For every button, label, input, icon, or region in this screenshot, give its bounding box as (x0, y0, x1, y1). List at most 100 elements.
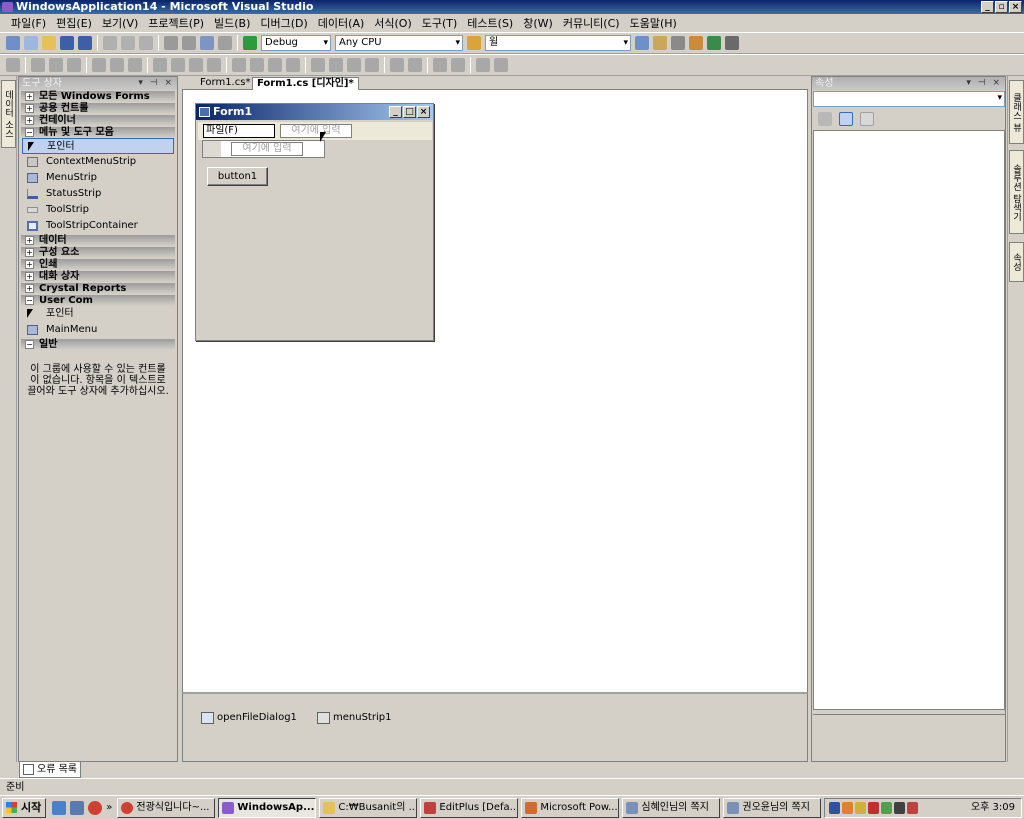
restore-button[interactable]: ▫ (995, 1, 1008, 13)
h-spacing-equal-icon[interactable] (232, 58, 246, 72)
align-to-grid-icon[interactable] (6, 58, 20, 72)
tray-app-icon[interactable] (842, 802, 853, 814)
align-rights-icon[interactable] (67, 58, 81, 72)
make-same-width-icon[interactable] (153, 58, 167, 72)
h-spacing-remove-icon[interactable] (286, 58, 300, 72)
task-message-2[interactable]: 권오윤님의 쪽지 (723, 797, 822, 818)
v-spacing-remove-icon[interactable] (365, 58, 379, 72)
navigate-icon[interactable] (200, 36, 214, 50)
property-pages-icon[interactable] (860, 112, 874, 126)
task-visual-studio[interactable]: WindowsAp... (218, 797, 317, 818)
task-browser[interactable]: 전광식입니다~... (117, 797, 216, 818)
menu-data[interactable]: 데이터(A) (313, 15, 369, 31)
alphabetical-icon[interactable] (839, 112, 853, 126)
form1-menu-type-here[interactable]: 여기에 입력 (280, 124, 352, 138)
toolbox-category-common[interactable]: + 공용 컨트롤 (21, 103, 175, 114)
align-tops-icon[interactable] (92, 58, 106, 72)
undo-icon[interactable] (164, 36, 178, 50)
form1-maximize-button[interactable]: □ (403, 106, 416, 118)
lock-controls-icon[interactable] (476, 58, 490, 72)
tab-order-icon[interactable] (494, 58, 508, 72)
tray-openfiledialog1[interactable]: openFileDialog1 (201, 712, 297, 724)
menu-debug[interactable]: 디버그(D) (255, 15, 312, 31)
align-middles-icon[interactable] (110, 58, 124, 72)
tray-app-icon[interactable] (907, 802, 918, 814)
properties-grid[interactable] (813, 130, 1005, 710)
class-view-tab[interactable]: 클래스 뷰 (1009, 80, 1024, 144)
properties-window-icon[interactable] (671, 36, 685, 50)
find-in-files-icon[interactable] (467, 36, 481, 50)
tray-app-icon[interactable] (881, 802, 892, 814)
toolbox-category-menus[interactable]: − 메뉴 및 도구 모음 (21, 127, 175, 138)
toolbox-category-general[interactable]: − 일반 (21, 339, 175, 350)
solution-explorer-tab[interactable]: 솔루션 탐색기 (1009, 150, 1024, 234)
properties-object-select[interactable] (813, 91, 1005, 107)
task-message-1[interactable]: 심혜인님의 쪽지 (622, 797, 721, 818)
form1-button1[interactable]: button1 (207, 167, 268, 186)
menu-community[interactable]: 커뮤니티(C) (558, 15, 625, 31)
copy-icon[interactable] (121, 36, 135, 50)
toolbox-window-controls[interactable]: ▾ ⊣ × (138, 77, 174, 90)
solution-platform-select[interactable]: Any CPU (335, 35, 463, 51)
solution-explorer-icon[interactable] (653, 36, 667, 50)
redo-icon[interactable] (182, 36, 196, 50)
toolbox-category-all[interactable]: + 모든 Windows Forms (21, 91, 175, 102)
v-spacing-equal-icon[interactable] (311, 58, 325, 72)
nav-forward-icon[interactable] (218, 36, 232, 50)
menu-tools[interactable]: 도구(T) (417, 15, 463, 31)
toolbox-item-pointer[interactable]: 포인터 (22, 138, 174, 154)
dropdown-type-here[interactable]: 여기에 입력 (231, 142, 303, 156)
find-icon[interactable] (635, 36, 649, 50)
menu-project[interactable]: 프로젝트(P) (143, 15, 209, 31)
solution-config-select[interactable]: Debug (261, 35, 331, 51)
tray-menustrip1[interactable]: menuStrip1 (317, 712, 391, 724)
menu-window[interactable]: 창(W) (518, 15, 558, 31)
v-spacing-decrease-icon[interactable] (347, 58, 361, 72)
start-debug-icon[interactable] (243, 36, 257, 50)
save-icon[interactable] (60, 36, 74, 50)
h-spacing-increase-icon[interactable] (250, 58, 264, 72)
tray-app-icon[interactable] (894, 802, 905, 814)
tab-form1-design[interactable]: Form1.cs [디자인]* (252, 77, 359, 90)
make-same-height-icon[interactable] (171, 58, 185, 72)
categorized-icon[interactable] (818, 112, 832, 126)
toolbox-category-dialogs[interactable]: + 대화 상자 (21, 271, 175, 282)
form1-menu-file[interactable]: 파일(F) (203, 124, 275, 138)
object-browser-icon[interactable] (707, 36, 721, 50)
toolbox-item-toolstrip[interactable]: ToolStrip (22, 202, 174, 218)
cut-icon[interactable] (103, 36, 117, 50)
quicklaunch-ie-icon[interactable] (52, 800, 67, 815)
make-same-size-icon[interactable] (189, 58, 203, 72)
center-horizontally-icon[interactable] (390, 58, 404, 72)
menu-help[interactable]: 도움말(H) (625, 15, 682, 31)
tray-app-icon[interactable] (855, 802, 866, 814)
menu-file[interactable]: 파일(F) (6, 15, 51, 31)
toolbox-category-data[interactable]: + 데이터 (21, 235, 175, 246)
add-item-icon[interactable] (24, 36, 38, 50)
toolbox-item-contextmenustrip[interactable]: ContextMenuStrip (22, 154, 174, 170)
paste-icon[interactable] (139, 36, 153, 50)
tray-app-icon[interactable] (868, 802, 879, 814)
toolbox-item-menustrip[interactable]: MenuStrip (22, 170, 174, 186)
form1-menustrip[interactable]: 파일(F) 여기에 입력 (198, 122, 432, 140)
h-spacing-decrease-icon[interactable] (268, 58, 282, 72)
toolbox-icon[interactable] (689, 36, 703, 50)
find-combo[interactable]: 윌 (485, 35, 631, 51)
form1-window[interactable]: Form1 _ □ × 파일(F) 여기에 입력 여기에 입력 button1 (195, 103, 434, 341)
menu-build[interactable]: 빌드(B) (209, 15, 255, 31)
align-bottoms-icon[interactable] (128, 58, 142, 72)
data-sources-tab[interactable]: 데이터 소스 (1, 80, 16, 148)
toolbox-category-components[interactable]: + 구성 요소 (21, 247, 175, 258)
start-button[interactable]: 시작 (2, 797, 47, 818)
start-page-icon[interactable] (725, 36, 739, 50)
close-button[interactable]: × (1009, 1, 1022, 13)
toolbox-item-mainmenu[interactable]: MainMenu (22, 322, 174, 338)
quicklaunch-more-icon[interactable]: » (106, 802, 112, 813)
menu-test[interactable]: 테스트(S) (462, 15, 518, 31)
properties-window-controls[interactable]: ▾ ⊣ × (966, 77, 1002, 90)
ime-icon[interactable] (829, 802, 840, 814)
save-all-icon[interactable] (78, 36, 92, 50)
quicklaunch-desktop-icon[interactable] (70, 800, 85, 815)
toolbox-category-crystal-reports[interactable]: + Crystal Reports (21, 283, 175, 294)
task-powerpoint[interactable]: Microsoft Pow... (521, 797, 620, 818)
